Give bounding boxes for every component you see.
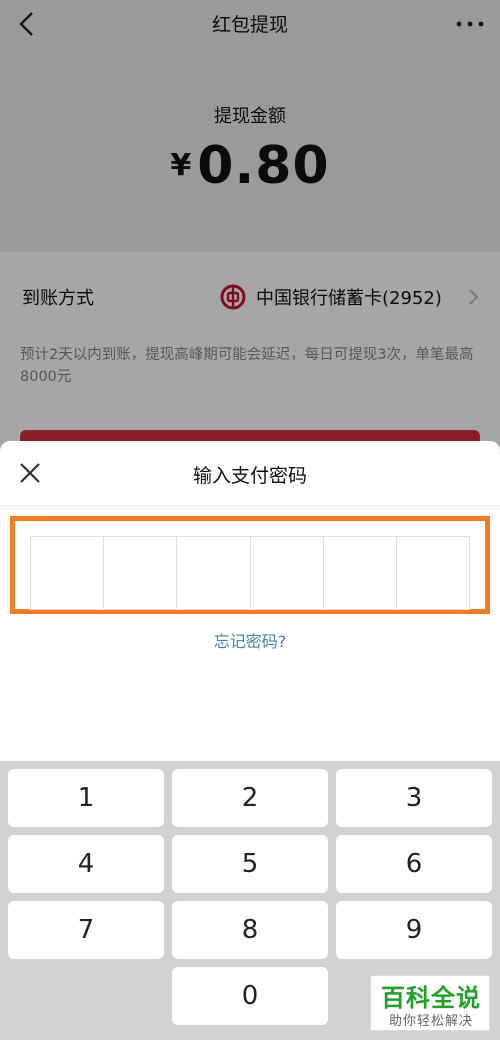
pin-cell [251, 537, 324, 609]
pin-cell [324, 537, 397, 609]
key-0[interactable]: 0 [172, 967, 328, 1025]
key-2[interactable]: 2 [172, 769, 328, 827]
password-sheet-title: 输入支付密码 [192, 465, 307, 487]
watermark-title: 百科全说 [381, 984, 481, 1012]
key-3[interactable]: 3 [336, 769, 492, 827]
pin-cell [104, 537, 178, 609]
forgot-password-link[interactable]: 忘记密码? [0, 628, 500, 652]
key-1[interactable]: 1 [8, 769, 164, 827]
pin-cell [397, 537, 469, 609]
divider [0, 505, 500, 506]
key-9[interactable]: 9 [336, 901, 492, 959]
key-8[interactable]: 8 [172, 901, 328, 959]
key-7[interactable]: 7 [8, 901, 164, 959]
pin-cell [31, 537, 105, 609]
pin-input[interactable] [30, 536, 470, 610]
watermark-subtitle: 助你轻松解决 [388, 1014, 473, 1029]
pin-cell [177, 537, 251, 609]
key-5[interactable]: 5 [172, 835, 328, 893]
key-4[interactable]: 4 [8, 835, 164, 893]
key-6[interactable]: 6 [336, 835, 492, 893]
password-sheet: 输入支付密码 忘记密码? [0, 441, 500, 761]
watermark-logo: 百科全说 助你轻松解决 [370, 975, 490, 1031]
